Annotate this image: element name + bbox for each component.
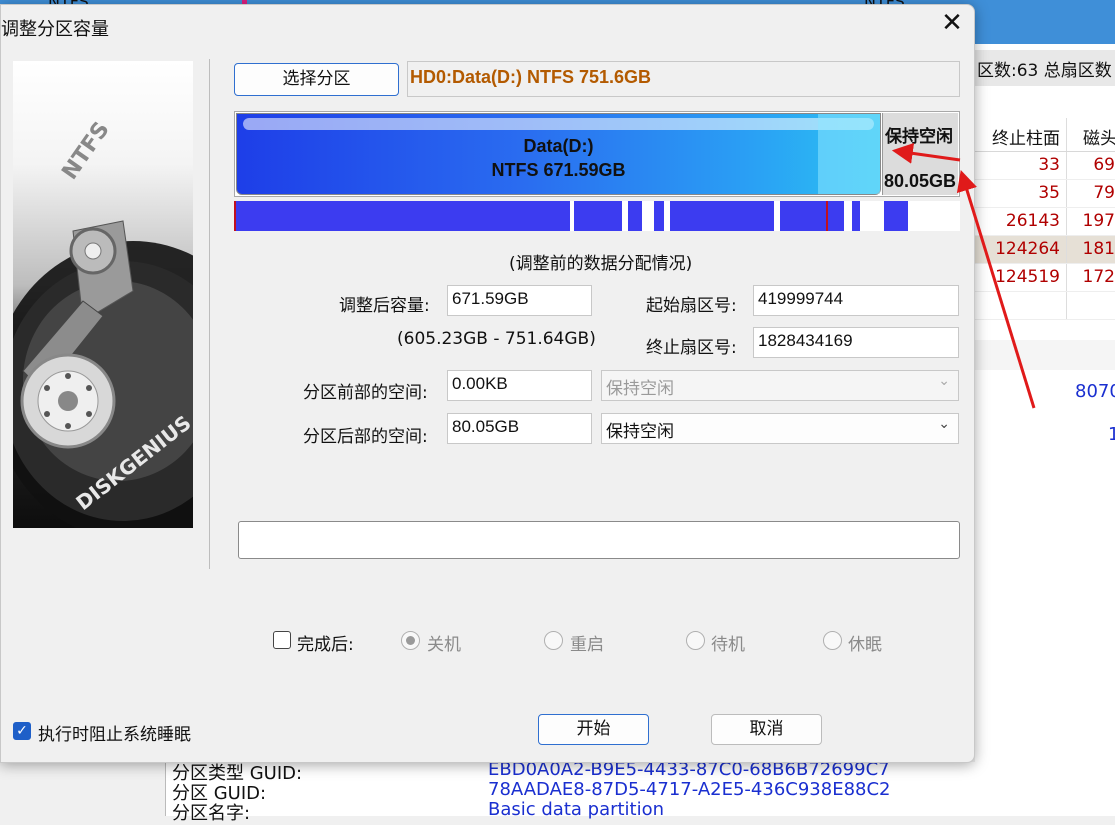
table-row[interactable]: 124519 172 bbox=[975, 264, 1115, 292]
background-value: 8070 bbox=[1075, 381, 1115, 402]
checkmark-icon: ✓ bbox=[16, 723, 28, 739]
usage-block bbox=[574, 201, 622, 231]
table-row[interactable]: 124264 181 bbox=[975, 236, 1115, 264]
hard-disk-illustration: NTFS DISKGENIUS bbox=[13, 61, 193, 528]
partition-layout-bar[interactable]: Data(D:) NTFS 671.59GB 保持空闲 80.05GB bbox=[234, 111, 960, 197]
start-sector-input[interactable]: 419999744 bbox=[753, 285, 959, 316]
cell-head bbox=[1067, 292, 1115, 319]
background-partition-table: 终止柱面 磁头 33 69 35 79 26143 197 124264 181 124… bbox=[975, 118, 1115, 320]
resized-capacity-label: 调整后容量: bbox=[339, 296, 430, 316]
progress-bar bbox=[238, 521, 960, 559]
shutdown-radio[interactable] bbox=[401, 631, 420, 650]
table-row[interactable]: 35 79 bbox=[975, 180, 1115, 208]
cell-head: 197 bbox=[1082, 211, 1115, 231]
cell-end-cylinder bbox=[975, 292, 1067, 319]
column-header-head[interactable]: 磁头 bbox=[1067, 118, 1115, 151]
space-after-option: 保持空闲 bbox=[606, 422, 674, 442]
usage-marker bbox=[234, 201, 236, 231]
partition-name: Data(D:) bbox=[523, 136, 594, 156]
cell-head: 69 bbox=[1093, 155, 1115, 175]
end-sector-input[interactable]: 1828434169 bbox=[753, 327, 959, 358]
usage-block bbox=[852, 201, 860, 231]
background-left-pane bbox=[0, 762, 166, 816]
detail-value: Basic data partition bbox=[488, 799, 665, 820]
after-complete-checkbox[interactable] bbox=[273, 631, 291, 649]
table-row[interactable] bbox=[975, 292, 1115, 320]
column-header-end-cylinder[interactable]: 终止柱面 bbox=[975, 118, 1067, 151]
standby-radio[interactable] bbox=[686, 631, 705, 650]
shutdown-label: 关机 bbox=[427, 635, 461, 655]
detail-value: 78AADAE8-87D5-4717-A2E5-436C938E88C2 bbox=[488, 779, 891, 800]
start-button[interactable]: 开始 bbox=[538, 714, 649, 745]
cell-head: 172 bbox=[1082, 267, 1115, 287]
space-before-label: 分区前部的空间: bbox=[303, 383, 428, 403]
space-before-input[interactable]: 0.00KB bbox=[447, 370, 592, 401]
background-value: 1 bbox=[1108, 424, 1115, 445]
restart-radio[interactable] bbox=[544, 631, 563, 650]
space-before-select[interactable]: 保持空闲 ⌄ bbox=[601, 370, 959, 401]
cell-end-cylinder: 124264 bbox=[975, 236, 1067, 263]
prevent-sleep-label: 执行时阻止系统睡眠 bbox=[38, 725, 191, 745]
usage-marker bbox=[826, 201, 828, 231]
space-after-input[interactable]: 80.05GB bbox=[447, 413, 592, 444]
space-after-label: 分区后部的空间: bbox=[303, 427, 428, 447]
cell-end-cylinder: 35 bbox=[975, 180, 1067, 207]
end-sector-label: 终止扇区号: bbox=[646, 338, 737, 358]
after-complete-label: 完成后: bbox=[297, 635, 354, 655]
cell-end-cylinder: 33 bbox=[975, 152, 1067, 179]
usage-block bbox=[670, 201, 774, 231]
cell-head: 79 bbox=[1093, 183, 1115, 203]
free-space-segment[interactable]: 保持空闲 80.05GB bbox=[882, 113, 958, 195]
usage-block bbox=[234, 201, 570, 231]
data-partition-segment[interactable]: Data(D:) NTFS 671.59GB bbox=[236, 113, 881, 195]
background-details-pane: 分区类型 GUID: EBD0A0A2-B9E5-4433-87C0-68B6B… bbox=[0, 759, 1115, 824]
usage-block bbox=[780, 201, 844, 231]
cell-end-cylinder: 124519 bbox=[975, 264, 1067, 291]
cell-head: 181 bbox=[1082, 239, 1115, 259]
usage-block bbox=[628, 201, 642, 231]
panel-divider bbox=[209, 59, 210, 569]
data-usage-map bbox=[234, 201, 960, 231]
table-row[interactable]: 26143 197 bbox=[975, 208, 1115, 236]
table-row[interactable]: 33 69 bbox=[975, 152, 1115, 180]
chevron-down-icon: ⌄ bbox=[938, 416, 950, 432]
cell-end-cylinder: 26143 bbox=[975, 208, 1067, 235]
space-after-select[interactable]: 保持空闲 ⌄ bbox=[601, 413, 959, 444]
select-partition-button[interactable]: 选择分区 bbox=[234, 63, 399, 96]
usage-caption: (调整前的数据分配情况) bbox=[509, 254, 693, 274]
table-header: 终止柱面 磁头 bbox=[975, 118, 1115, 152]
free-space-label: 保持空闲 bbox=[885, 127, 953, 147]
background-divider bbox=[975, 340, 1115, 370]
detail-key: 分区名字: bbox=[172, 803, 251, 824]
bar-gloss bbox=[243, 118, 874, 130]
close-icon[interactable]: ✕ bbox=[939, 10, 965, 37]
usage-block bbox=[884, 201, 908, 231]
hibernate-radio[interactable] bbox=[823, 631, 842, 650]
usage-block bbox=[654, 201, 664, 231]
resized-capacity-input[interactable]: 671.59GB bbox=[447, 285, 592, 316]
standby-label: 待机 bbox=[711, 635, 745, 655]
resize-partition-dialog: 调整分区容量 ✕ NTFS DISKGENIUS 选择分区 HD0:Data(D… bbox=[0, 4, 975, 763]
capacity-range: (605.23GB - 751.64GB) bbox=[397, 329, 596, 349]
hard-disk-icon: NTFS DISKGENIUS bbox=[13, 117, 193, 528]
restart-label: 重启 bbox=[570, 635, 604, 655]
dialog-title: 调整分区容量 bbox=[1, 19, 109, 40]
prevent-sleep-checkbox[interactable]: ✓ bbox=[13, 722, 31, 740]
hibernate-label: 休眠 bbox=[848, 635, 882, 655]
start-sector-label: 起始扇区号: bbox=[646, 296, 737, 316]
space-before-option: 保持空闲 bbox=[606, 379, 674, 399]
partition-size: NTFS 671.59GB bbox=[491, 160, 626, 180]
partition-info: HD0:Data(D:) NTFS 751.6GB bbox=[407, 61, 960, 97]
chevron-down-icon: ⌄ bbox=[938, 373, 950, 389]
free-space-size: 80.05GB bbox=[884, 171, 957, 191]
hdd-ntfs-text: NTFS bbox=[57, 117, 114, 184]
background-sector-stats: 区数:63 总扇区数 bbox=[975, 50, 1115, 86]
cancel-button[interactable]: 取消 bbox=[711, 714, 822, 745]
